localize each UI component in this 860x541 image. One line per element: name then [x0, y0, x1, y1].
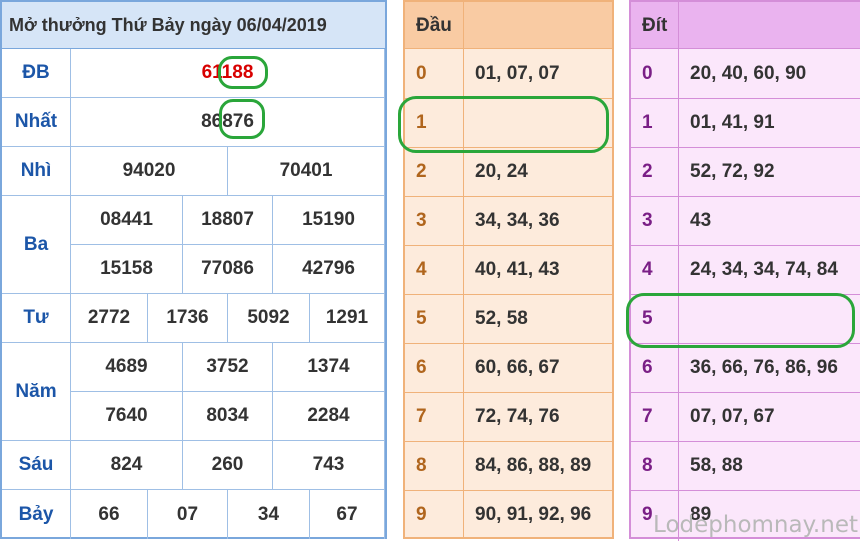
dau-row: 4 40, 41, 43 — [405, 246, 612, 295]
dau-digit: 7 — [416, 406, 427, 427]
prize-label-ba: Ba — [2, 196, 71, 294]
dau-table: Đầu 0 01, 07, 07 1 2 20, 24 3 34, 34, 36 4 40, 4… — [403, 0, 614, 539]
dau-digit: 3 — [416, 210, 427, 231]
prize-bay-value: 66 — [71, 490, 148, 539]
dit-numbers: 52, 72, 92 — [690, 161, 775, 182]
dau-numbers: 20, 24 — [475, 161, 528, 182]
dit-numbers: 07, 07, 67 — [690, 406, 775, 427]
watermark: Lodephomnay.net — [653, 512, 858, 538]
prize-sau-value: 824 — [71, 441, 183, 490]
dit-row: 3 43 — [631, 197, 860, 246]
dit-numbers: 58, 88 — [690, 455, 743, 476]
prize-nam-value: 7640 — [71, 392, 183, 441]
prize-tu-value: 2772 — [71, 294, 148, 343]
prize-label-bay: Bảy — [2, 490, 71, 539]
dau-digit: 8 — [416, 455, 427, 476]
dit-digit: 1 — [642, 112, 653, 133]
dit-digit: 6 — [642, 357, 653, 378]
dit-row: 7 07, 07, 67 — [631, 393, 860, 442]
dit-digit: 8 — [642, 455, 653, 476]
dit-row: 4 24, 34, 34, 74, 84 — [631, 246, 860, 295]
prize-ba-value: 18807 — [183, 196, 273, 245]
dau-numbers: 72, 74, 76 — [475, 406, 560, 427]
prize-bay-value: 67 — [310, 490, 385, 539]
dau-digit: 6 — [416, 357, 427, 378]
dau-digit: 9 — [416, 504, 427, 525]
dit-digit: 3 — [642, 210, 653, 231]
prize-sau-value: 743 — [273, 441, 385, 490]
dau-numbers: 01, 07, 07 — [475, 63, 560, 84]
dau-header-row: Đầu — [405, 2, 612, 49]
prize-ba-value: 15158 — [71, 245, 183, 294]
highlight-ring-dit-5 — [626, 293, 855, 348]
dit-row: 1 01, 41, 91 — [631, 99, 860, 148]
dau-row: 8 84, 86, 88, 89 — [405, 442, 612, 491]
dit-row: 0 20, 40, 60, 90 — [631, 50, 860, 99]
dit-digit: 7 — [642, 406, 653, 427]
prize-sau-value: 260 — [183, 441, 273, 490]
results-table: Mở thưởng Thứ Bảy ngày 06/04/2019 ĐB 611… — [0, 0, 387, 539]
prize-bay-value: 07 — [148, 490, 228, 539]
dau-numbers: 90, 91, 92, 96 — [475, 504, 592, 525]
dau-digit: 2 — [416, 161, 427, 182]
results-title: Mở thưởng Thứ Bảy ngày 06/04/2019 — [2, 2, 385, 49]
dau-row: 7 72, 74, 76 — [405, 393, 612, 442]
dau-numbers: 40, 41, 43 — [475, 259, 560, 280]
dit-header-label: Đít — [642, 14, 668, 36]
dau-numbers: 52, 58 — [475, 308, 528, 329]
prize-nam-value: 8034 — [183, 392, 273, 441]
dau-row: 6 60, 66, 67 — [405, 344, 612, 393]
prize-label-nam: Năm — [2, 343, 71, 441]
dit-digit: 0 — [642, 63, 653, 84]
dit-numbers: 20, 40, 60, 90 — [690, 63, 807, 84]
prize-label-nhat: Nhất — [2, 98, 71, 147]
dau-digit: 0 — [416, 63, 427, 84]
prize-label-sau: Sáu — [2, 441, 71, 490]
prize-nam-value: 1374 — [273, 343, 385, 392]
prize-nam-value: 4689 — [71, 343, 183, 392]
dau-digit: 5 — [416, 308, 427, 329]
prize-tu-value: 5092 — [228, 294, 310, 343]
dau-numbers: 60, 66, 67 — [475, 357, 560, 378]
prize-tu-value: 1736 — [148, 294, 228, 343]
dau-row: 3 34, 34, 36 — [405, 197, 612, 246]
dit-row: 6 36, 66, 76, 86, 96 — [631, 344, 860, 393]
dit-numbers: 24, 34, 34, 74, 84 — [690, 259, 838, 280]
prize-ba-value: 08441 — [71, 196, 183, 245]
prize-nhi-value: 70401 — [228, 147, 385, 196]
prize-nam-value: 3752 — [183, 343, 273, 392]
dau-row: 0 01, 07, 07 — [405, 50, 612, 99]
dau-header-label: Đầu — [416, 14, 452, 36]
dau-row: 2 20, 24 — [405, 148, 612, 197]
prize-label-db: ĐB — [2, 49, 71, 98]
dit-numbers: 43 — [690, 210, 712, 231]
dit-header-row: Đít — [631, 2, 860, 49]
prize-ba-value: 15190 — [273, 196, 385, 245]
prize-ba-value: 42796 — [273, 245, 385, 294]
dit-numbers: 36, 66, 76, 86, 96 — [690, 357, 838, 378]
dau-row: 9 90, 91, 92, 96 — [405, 491, 612, 540]
dau-digit: 4 — [416, 259, 427, 280]
dit-digit: 4 — [642, 259, 653, 280]
highlight-ring-dau-1 — [398, 96, 609, 153]
prize-nhi-value: 94020 — [71, 147, 228, 196]
dit-row: 2 52, 72, 92 — [631, 148, 860, 197]
dit-row: 8 58, 88 — [631, 442, 860, 491]
highlight-ring-db — [218, 56, 268, 89]
prize-tu-value: 1291 — [310, 294, 385, 343]
prize-label-tu: Tư — [2, 294, 71, 343]
prize-label-nhi: Nhì — [2, 147, 71, 196]
dit-table: Đít 0 20, 40, 60, 90 1 01, 41, 91 2 52, 72, 9… — [629, 0, 860, 541]
highlight-ring-nhat — [219, 99, 265, 139]
prize-ba-value: 77086 — [183, 245, 273, 294]
dau-row: 5 52, 58 — [405, 295, 612, 344]
dit-digit: 2 — [642, 161, 653, 182]
prize-nam-value: 2284 — [273, 392, 385, 441]
prize-bay-value: 34 — [228, 490, 310, 539]
dau-numbers: 34, 34, 36 — [475, 210, 560, 231]
dau-numbers: 84, 86, 88, 89 — [475, 455, 592, 476]
dit-numbers: 01, 41, 91 — [690, 112, 775, 133]
